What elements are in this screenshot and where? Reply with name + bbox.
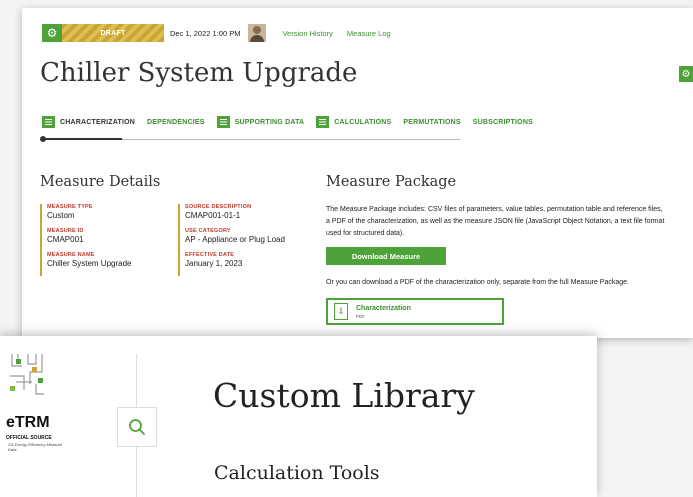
package-description: The Measure Package includes: CSV files … <box>326 206 665 237</box>
tab-subscriptions[interactable]: SUBSCRIPTIONS <box>473 119 533 126</box>
pdf-download-icon: ⇓ <box>334 303 348 320</box>
tab-bar: CHARACTERIZATION DEPENDENCIES SUPPORTING… <box>42 116 545 128</box>
document-icon <box>42 116 55 128</box>
custom-library-card: eTRM OFFICIAL SOURCE CA Energy Efficienc… <box>0 336 597 497</box>
field-use-category: USE CATEGORY AP - Appliance or Plug Load <box>185 228 310 244</box>
logo-name: eTRM <box>6 414 50 431</box>
field-measure-id: MEASURE ID CMAP001 <box>47 228 172 244</box>
logo-tagline: CA Energy Efficiency Measure Data <box>8 442 63 452</box>
field-label: MEASURE TYPE <box>47 204 93 210</box>
tab-label: DEPENDENCIES <box>147 118 205 126</box>
field-label: USE CATEGORY <box>185 228 231 234</box>
characterization-pdf-button[interactable]: ⇓ Characterization PDF <box>326 298 504 325</box>
status-badge: DRAFT <box>62 24 164 42</box>
field-value: Chiller System Upgrade <box>47 259 132 268</box>
etrm-logo-icon <box>10 354 44 395</box>
status-date: Dec 1, 2022 1:00 PM <box>170 28 241 38</box>
tab-label: PERMUTATIONS <box>403 118 461 126</box>
page-settings-button[interactable]: ⚙ <box>679 66 693 82</box>
characterization-format: PDF <box>356 313 365 319</box>
field-effective-date: EFFECTIVE DATE January 1, 2023 <box>185 252 310 268</box>
tab-label: CALCULATIONS <box>334 118 392 126</box>
gear-icon: ⚙ <box>681 68 691 80</box>
measure-page-card: ⚙ DRAFT Dec 1, 2022 1:00 PM Version Hist… <box>22 8 693 338</box>
gear-icon: ⚙ <box>46 26 58 40</box>
avatar[interactable] <box>248 24 267 42</box>
field-label: MEASURE NAME <box>47 252 95 258</box>
field-value: AP - Appliance or Plug Load <box>185 235 285 244</box>
version-history-link[interactable]: Version History <box>282 29 332 38</box>
details-column-left: MEASURE TYPE Custom MEASURE ID CMAP001 M… <box>40 204 172 276</box>
tab-dependencies[interactable]: DEPENDENCIES <box>147 119 205 126</box>
field-value: January 1, 2023 <box>185 259 243 268</box>
library-title: Custom Library <box>213 376 475 415</box>
pdf-only-note: Or you can download a PDF of the charact… <box>326 279 629 286</box>
search-icon <box>129 419 145 435</box>
tab-label: SUBSCRIPTIONS <box>472 118 533 126</box>
tab-characterization[interactable]: CHARACTERIZATION <box>42 116 135 128</box>
field-measure-type: MEASURE TYPE Custom <box>47 204 172 220</box>
tab-label: CHARACTERIZATION <box>60 118 136 126</box>
field-label: SOURCE DESCRIPTION <box>185 204 252 210</box>
measure-details-heading: Measure Details <box>40 174 161 190</box>
field-value: CMAP001 <box>47 235 84 244</box>
details-column-right: SOURCE DESCRIPTION CMAP001-01-1 USE CATE… <box>178 204 310 276</box>
download-measure-button[interactable]: Download Measure <box>326 247 446 265</box>
characterization-text: Characterization PDF <box>356 305 411 319</box>
field-value: Custom <box>47 211 75 220</box>
tab-permutations[interactable]: PERMUTATIONS <box>403 119 460 126</box>
field-source-description: SOURCE DESCRIPTION CMAP001-01-1 <box>185 204 310 220</box>
characterization-label: Characterization <box>356 304 411 312</box>
search-button[interactable] <box>117 407 157 447</box>
tab-calculations[interactable]: CALCULATIONS <box>316 116 391 128</box>
field-label: EFFECTIVE DATE <box>185 252 235 258</box>
document-icon <box>216 116 230 128</box>
document-icon <box>316 116 330 128</box>
status-bar: ⚙ DRAFT Dec 1, 2022 1:00 PM Version Hist… <box>42 24 391 42</box>
measure-log-link[interactable]: Measure Log <box>347 29 391 38</box>
logo-official-source: OFFICIAL SOURCE <box>6 435 52 441</box>
settings-gear-button[interactable]: ⚙ <box>42 24 62 42</box>
field-measure-name: MEASURE NAME Chiller System Upgrade <box>47 252 172 268</box>
active-tab-dot <box>40 136 46 142</box>
field-label: MEASURE ID <box>47 228 84 234</box>
active-tab-indicator <box>42 138 122 140</box>
tab-label: SUPPORTING DATA <box>234 118 305 126</box>
page-title: Chiller System Upgrade <box>40 58 358 88</box>
measure-package-heading: Measure Package <box>326 174 457 190</box>
field-value: CMAP001-01-1 <box>185 211 241 220</box>
tab-supporting-data[interactable]: SUPPORTING DATA <box>216 116 305 128</box>
calculation-tools-heading: Calculation Tools <box>214 462 380 484</box>
